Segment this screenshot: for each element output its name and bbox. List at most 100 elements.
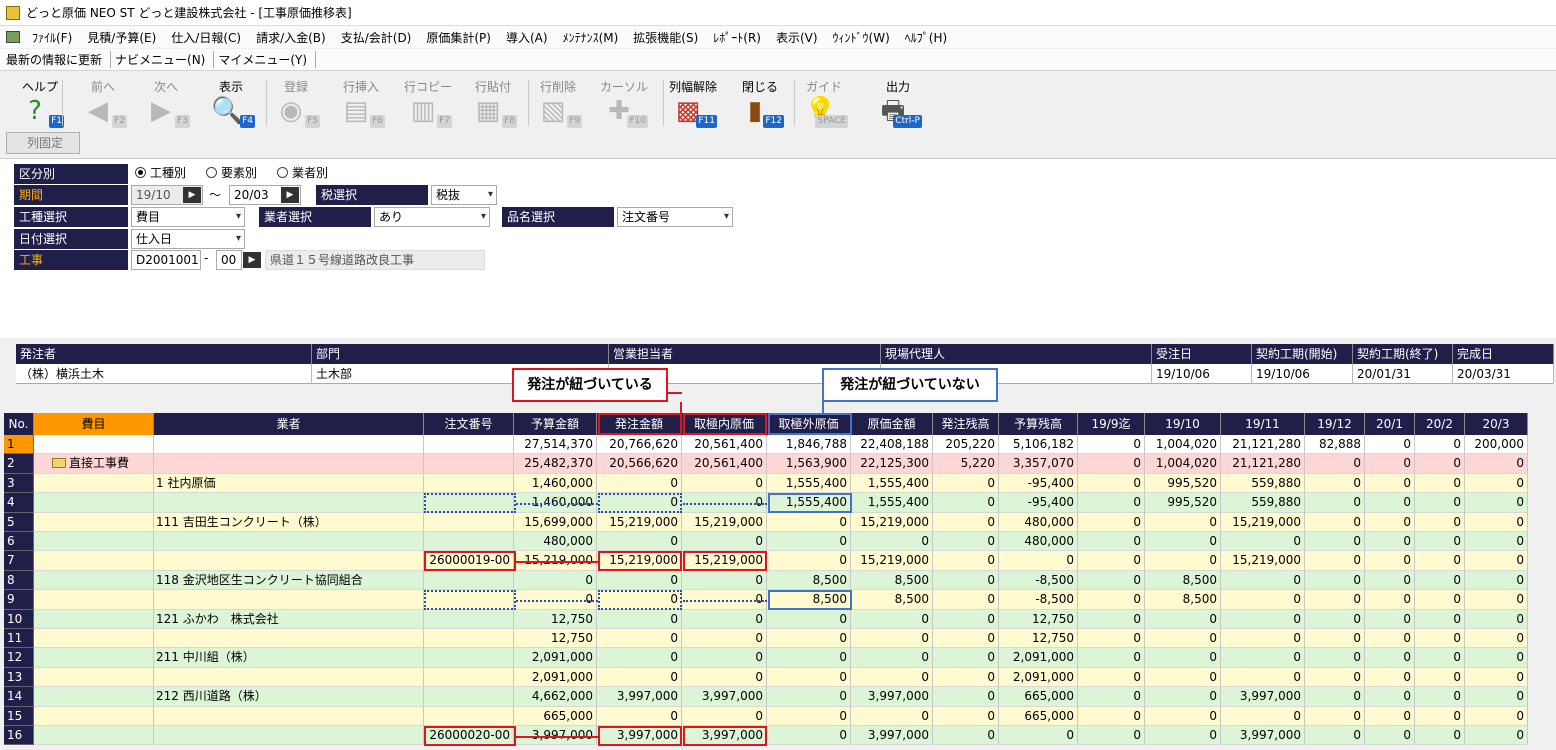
grid-cell[interactable] bbox=[154, 454, 424, 474]
grid-cell[interactable]: 0 bbox=[933, 590, 999, 610]
grid-cell[interactable]: 480,000 bbox=[514, 532, 597, 552]
menu-item[interactable]: 見積/予算(E) bbox=[87, 29, 156, 46]
grid-cell[interactable] bbox=[34, 435, 154, 455]
grid-cell[interactable]: 665,000 bbox=[514, 706, 597, 726]
table-row[interactable]: 5 111 吉田生コンクリート（株） 15,699,000 15,219,000 15,… bbox=[4, 512, 1528, 532]
period-from-picker-icon[interactable]: ▶ bbox=[183, 187, 201, 203]
grid-cell[interactable]: 8,500 bbox=[1145, 570, 1221, 591]
grid-cell[interactable]: 0 bbox=[1305, 667, 1365, 688]
grid-cell[interactable]: 0 bbox=[682, 648, 767, 668]
grid-cell[interactable]: 0 bbox=[1305, 570, 1365, 591]
grid-cell[interactable] bbox=[34, 473, 154, 494]
grid-cell[interactable]: 0 bbox=[767, 687, 851, 707]
grid-cell[interactable] bbox=[154, 590, 424, 610]
grid-cell[interactable]: 0 bbox=[597, 648, 682, 668]
grid-cell[interactable]: 15,219,000 bbox=[1221, 512, 1305, 532]
toolbar-button-f6[interactable]: 行挿入 ▤ F6 bbox=[335, 78, 387, 128]
toolbar-button-f10[interactable]: カーソル ✚ F10 bbox=[598, 78, 650, 128]
grid-cell[interactable]: 1 社内原価 bbox=[154, 473, 424, 494]
grid-cell[interactable]: 0 bbox=[597, 629, 682, 649]
grid-cell[interactable]: 0 bbox=[1465, 454, 1528, 474]
grid-cell[interactable]: 0 bbox=[1305, 706, 1365, 726]
grid-cell[interactable]: 212 西川道路（株） bbox=[154, 687, 424, 707]
grid-cell[interactable]: 0 bbox=[1221, 570, 1305, 591]
grid-cell[interactable]: 0 bbox=[1078, 570, 1145, 591]
table-row[interactable]: 13 2,091,000 0 0 0 0 0 2,091,000 0 0 0 0 0 0 0 bbox=[4, 667, 1528, 688]
toolbar-button-space[interactable]: ガイド 💡 SPACE bbox=[798, 78, 850, 128]
grid-cell[interactable]: 15,219,000 bbox=[597, 512, 682, 532]
grid-cell[interactable]: 0 bbox=[1365, 454, 1415, 474]
grid-cell[interactable] bbox=[34, 493, 154, 513]
grid-cell[interactable]: 0 bbox=[1078, 435, 1145, 455]
grid-cell[interactable]: 0 bbox=[597, 473, 682, 494]
grid-cell[interactable] bbox=[154, 435, 424, 455]
table-row[interactable]: 14 212 西川道路（株） 4,662,000 3,997,000 3,997,000… bbox=[4, 687, 1528, 707]
grid-cell[interactable]: 0 bbox=[1305, 493, 1365, 513]
grid-cell[interactable]: 0 bbox=[1305, 590, 1365, 610]
grid-cell[interactable]: 0 bbox=[1465, 512, 1528, 532]
grid-cell[interactable] bbox=[154, 667, 424, 688]
grid-cell[interactable]: 0 bbox=[1145, 512, 1221, 532]
nav-item[interactable]: 最新の情報に更新 bbox=[6, 51, 112, 68]
tax-select[interactable]: 税抜 ▾ bbox=[431, 185, 497, 205]
grid-cell[interactable]: 0 bbox=[1305, 726, 1365, 746]
grid-cell[interactable]: 0 bbox=[767, 512, 851, 532]
menu-item[interactable]: ﾍﾙﾌﾟ(H) bbox=[905, 29, 947, 46]
grid-cell[interactable]: 0 bbox=[933, 609, 999, 629]
grid-cell[interactable]: 559,880 bbox=[1221, 493, 1305, 513]
grid-cell[interactable]: 0 bbox=[1145, 629, 1221, 649]
nav-item[interactable]: ナビメニュー(N) bbox=[115, 51, 215, 68]
grid-cell[interactable]: 0 bbox=[597, 667, 682, 688]
grid-cell[interactable]: 480,000 bbox=[999, 512, 1078, 532]
grid-cell[interactable]: 0 bbox=[1365, 473, 1415, 494]
grid-cell[interactable]: 0 bbox=[1145, 726, 1221, 746]
grid-cell[interactable] bbox=[154, 532, 424, 552]
grid-cell[interactable] bbox=[34, 570, 154, 591]
grid-cell[interactable]: 0 bbox=[1415, 532, 1465, 552]
grid-cell[interactable]: 0 bbox=[1415, 590, 1465, 610]
grid-cell[interactable]: 0 bbox=[1305, 687, 1365, 707]
grid-cell[interactable]: 12,750 bbox=[514, 629, 597, 649]
grid-cell[interactable]: 1,004,020 bbox=[1145, 435, 1221, 455]
grid-cell[interactable]: 3,997,000 bbox=[1221, 726, 1305, 746]
grid-cell[interactable]: 1,846,788 bbox=[767, 435, 851, 455]
grid-cell[interactable]: 0 bbox=[1465, 570, 1528, 591]
grid-cell[interactable]: 0 bbox=[597, 609, 682, 629]
toolbar-button-f1[interactable]: ヘルプ? F1 bbox=[14, 78, 66, 128]
grid-cell[interactable]: 0 bbox=[933, 648, 999, 668]
grid-cell[interactable]: 3,997,000 bbox=[682, 687, 767, 707]
grid-cell[interactable]: 0 bbox=[767, 532, 851, 552]
grid-cell[interactable] bbox=[34, 667, 154, 688]
grid-cell[interactable] bbox=[424, 570, 514, 591]
grid-cell[interactable]: 3,997,000 bbox=[851, 687, 933, 707]
grid-cell[interactable]: 0 bbox=[1465, 726, 1528, 746]
grid-cell[interactable]: 5,106,182 bbox=[999, 435, 1078, 455]
grid-cell[interactable] bbox=[154, 493, 424, 513]
grid-cell[interactable]: 5,220 bbox=[933, 454, 999, 474]
grid-cell[interactable]: 559,880 bbox=[1221, 473, 1305, 494]
grid-cell[interactable]: 0 bbox=[1365, 667, 1415, 688]
grid-cell[interactable]: 995,520 bbox=[1145, 473, 1221, 494]
table-row[interactable]: 12 211 中川組（株） 2,091,000 0 0 0 0 0 2,091,000 0 0 0 0 0… bbox=[4, 648, 1528, 668]
grid-cell[interactable] bbox=[34, 706, 154, 726]
grid-cell[interactable]: 0 bbox=[933, 551, 999, 571]
grid-cell[interactable]: 0 bbox=[1415, 551, 1465, 571]
grid-cell[interactable] bbox=[34, 551, 154, 571]
project-code-field[interactable]: D2001001 bbox=[131, 250, 201, 270]
menu-item[interactable]: 原価集計(P) bbox=[426, 29, 491, 46]
grid-cell[interactable]: 15,699,000 bbox=[514, 512, 597, 532]
grid-cell[interactable]: 4,662,000 bbox=[514, 687, 597, 707]
grid-cell[interactable]: 0 bbox=[682, 532, 767, 552]
toolbar-button-f2[interactable]: 前へ ◀ F2 bbox=[77, 78, 129, 128]
radio-option[interactable]: 要素別 bbox=[206, 164, 257, 182]
period-to-picker-icon[interactable]: ▶ bbox=[281, 187, 299, 203]
grid-cell[interactable]: 0 bbox=[1078, 454, 1145, 474]
grid-cell[interactable]: -8,500 bbox=[999, 570, 1078, 591]
grid-cell[interactable]: 0 bbox=[1145, 609, 1221, 629]
grid-cell[interactable]: 15,219,000 bbox=[851, 551, 933, 571]
grid-cell[interactable]: 0 bbox=[1221, 590, 1305, 610]
grid-cell[interactable]: 0 bbox=[1415, 648, 1465, 668]
grid-cell[interactable]: 0 bbox=[933, 512, 999, 532]
grid-cell[interactable]: 0 bbox=[1078, 532, 1145, 552]
grid-cell[interactable] bbox=[424, 667, 514, 688]
